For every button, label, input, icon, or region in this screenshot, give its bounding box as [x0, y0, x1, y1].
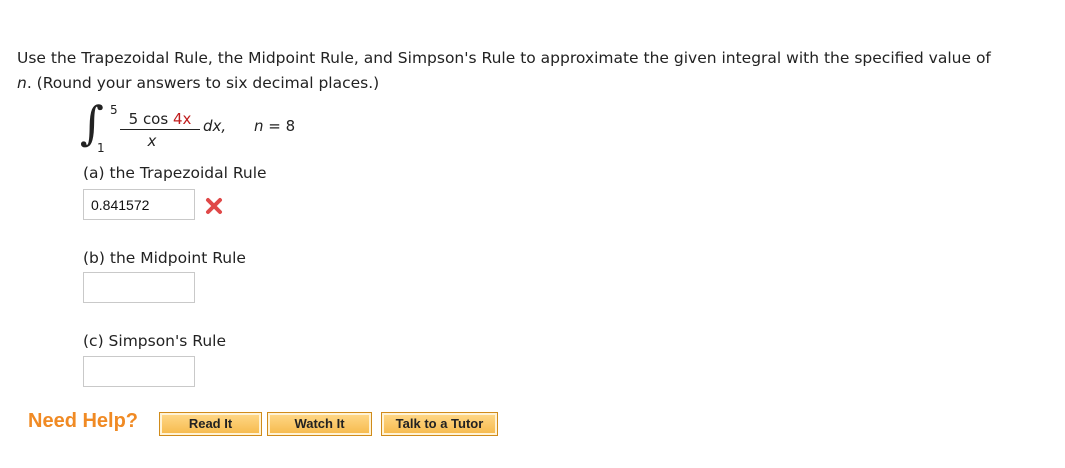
part-b-label: (b) the Midpoint Rule: [83, 249, 246, 267]
talk-to-tutor-button[interactable]: Talk to a Tutor: [381, 412, 498, 436]
need-help-heading: Need Help?: [28, 410, 139, 432]
n-value: n = 8: [254, 117, 295, 135]
problem-n-variable: n: [17, 74, 27, 92]
trapezoidal-answer-input[interactable]: [83, 189, 195, 220]
problem-intro: Use the Trapezoidal Rule, the Midpoint R…: [17, 49, 991, 67]
numerator-function: cos: [138, 110, 173, 128]
simpson-answer-input[interactable]: [83, 356, 195, 387]
part-c-label: (c) Simpson's Rule: [83, 332, 227, 350]
integral-expression: ∫ 5 1 5 cos 4x x dx, n = 8: [80, 96, 340, 155]
part-a-label: (a) the Trapezoidal Rule: [83, 164, 267, 182]
midpoint-answer-input[interactable]: [83, 272, 195, 303]
integral-upper-limit: 5: [110, 103, 118, 117]
integrand-fraction: 5 cos 4x x: [120, 110, 200, 150]
n-label: n: [254, 117, 264, 135]
n-equals: = 8: [263, 117, 296, 135]
watch-it-button[interactable]: Watch It: [267, 412, 372, 436]
read-it-button[interactable]: Read It: [159, 412, 262, 436]
integrand-denominator: x: [147, 132, 157, 150]
problem-instructions: . (Round your answers to six decimal pla…: [26, 74, 380, 92]
integral-lower-limit: 1: [97, 141, 105, 155]
incorrect-x-icon: [206, 198, 222, 214]
integrand-numerator: 5 cos 4x: [120, 110, 200, 130]
numerator-argument: 4x: [172, 110, 192, 128]
problem-statement: Use the Trapezoidal Rule, the Midpoint R…: [17, 46, 1062, 96]
numerator-coefficient: 5: [128, 110, 139, 128]
integral-differential: dx,: [203, 117, 227, 135]
